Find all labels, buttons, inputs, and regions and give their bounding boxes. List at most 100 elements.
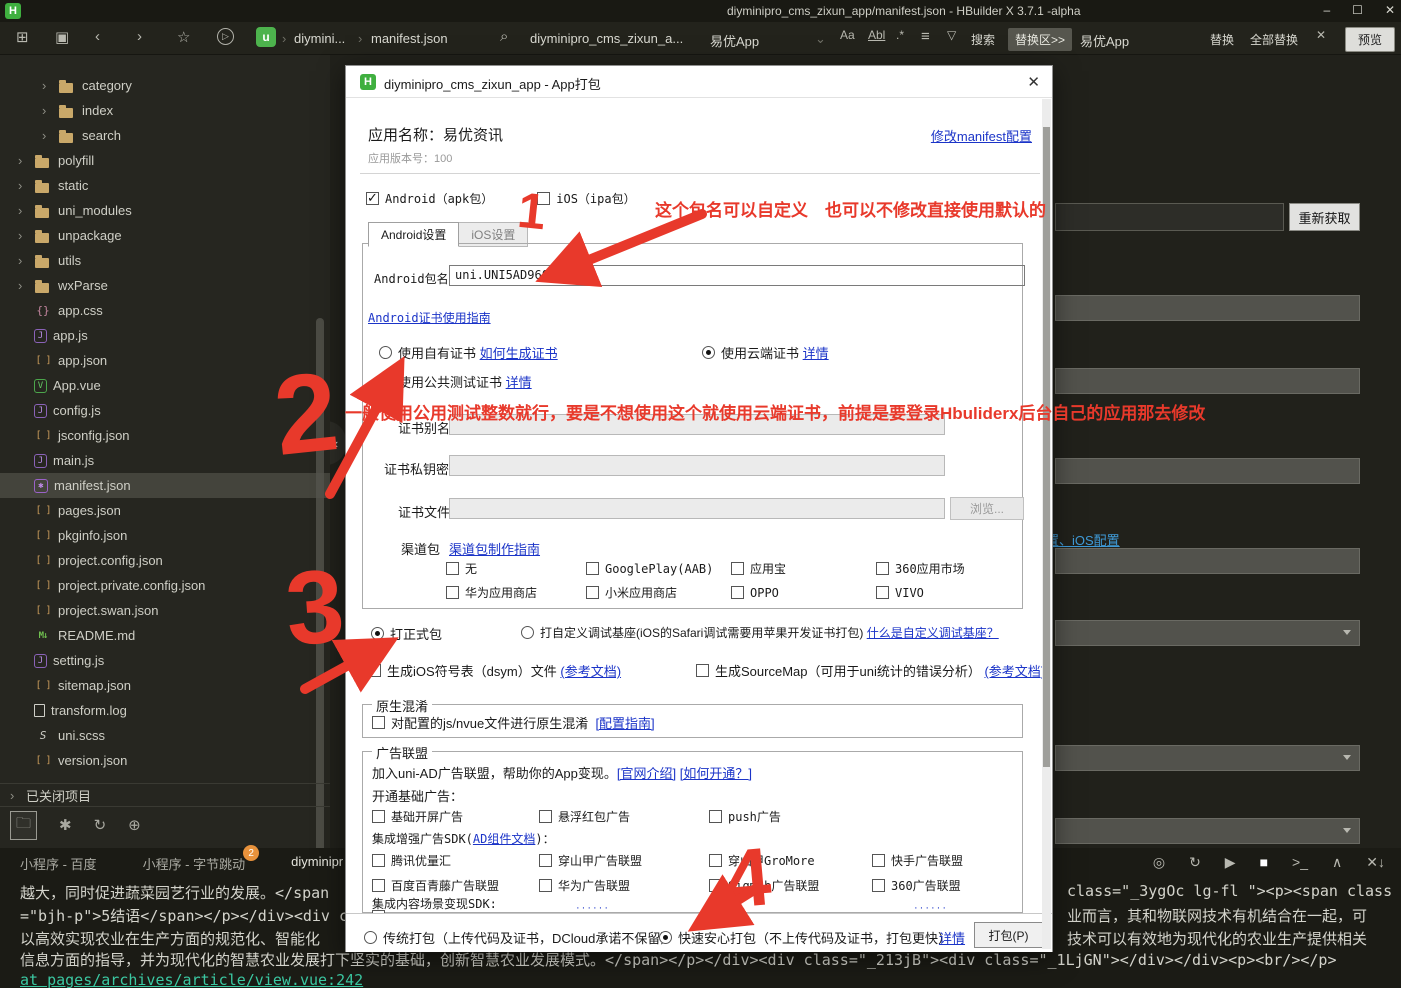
- tree-item[interactable]: › transform.log: [0, 698, 330, 723]
- run-icon[interactable]: ▶: [1225, 854, 1236, 871]
- traditional-pack-radio[interactable]: 传统打包（上传代码及证书，DCloud承诺不保留）: [364, 928, 673, 947]
- manifest-select[interactable]: [1055, 620, 1360, 646]
- tree-item[interactable]: › pages.json: [0, 498, 330, 523]
- obfuscate-checkbox[interactable]: 对配置的js/nvue文件进行原生混淆 [配置指南]: [372, 713, 655, 732]
- modify-manifest-link[interactable]: 修改manifest配置: [931, 126, 1032, 145]
- forward-icon[interactable]: ›: [137, 28, 142, 45]
- sourcemap-checkbox[interactable]: 生成SourceMap（可用于uni统计的错误分析） (参考文档): [696, 661, 1045, 680]
- cloud-cert-detail-link[interactable]: 详情: [803, 343, 829, 362]
- tree-item[interactable]: › utils: [0, 248, 330, 273]
- android-cert-guide-link[interactable]: Android证书使用指南: [368, 309, 491, 326]
- tree-item[interactable]: › index: [0, 98, 330, 123]
- close-button[interactable]: ✕: [1385, 3, 1395, 17]
- chevron-down-icon[interactable]: ⌄: [815, 31, 826, 47]
- public-cert-detail-link[interactable]: 详情: [506, 372, 532, 391]
- channel-guide-link[interactable]: 渠道包制作指南: [449, 539, 540, 558]
- ad-base-checkbox[interactable]: 悬浮红包广告: [539, 808, 709, 825]
- replace-query-value[interactable]: 易优App: [1080, 31, 1129, 50]
- menu-item[interactable]: [64, 0, 82, 22]
- menu-item[interactable]: [118, 0, 136, 22]
- chevron-right-icon[interactable]: ›: [18, 228, 34, 243]
- save-icon[interactable]: ▣: [55, 28, 69, 46]
- custom-base-link[interactable]: 什么是自定义调试基座？: [867, 624, 999, 641]
- tree-item[interactable]: › setting.js: [0, 648, 330, 673]
- minimize-button[interactable]: –: [1323, 3, 1330, 17]
- channel-checkbox[interactable]: 360应用市场: [876, 560, 1024, 577]
- tree-item[interactable]: › README.md: [0, 623, 330, 648]
- search-scope-value[interactable]: diyminipro_cms_zixun_a...: [530, 31, 683, 46]
- back-icon[interactable]: ‹: [95, 28, 100, 45]
- channel-checkbox[interactable]: 无: [446, 560, 586, 577]
- platform-checkbox[interactable]: Android（apk包）: [366, 190, 493, 207]
- tree-item[interactable]: › config.js: [0, 398, 330, 423]
- tree-item[interactable]: › sitemap.json: [0, 673, 330, 698]
- tab-android-settings[interactable]: Android设置: [368, 222, 459, 247]
- menu-item[interactable]: [172, 0, 190, 22]
- preview-button[interactable]: 预览: [1345, 27, 1395, 52]
- chevron-right-icon[interactable]: ›: [42, 78, 58, 93]
- sourcemap-doc-link[interactable]: (参考文档): [984, 661, 1045, 680]
- ad-base-checkbox[interactable]: push广告: [709, 808, 869, 825]
- debug-icon[interactable]: ◎: [1153, 854, 1165, 871]
- tree-item[interactable]: › polyfill: [0, 148, 330, 173]
- clear-console-icon[interactable]: ✕↓: [1366, 854, 1385, 871]
- manifest-field[interactable]: [1055, 295, 1360, 321]
- replace-all-button[interactable]: 全部替换: [1250, 31, 1298, 48]
- manifest-select[interactable]: [1055, 745, 1360, 771]
- replace-button[interactable]: 替换: [1210, 31, 1234, 48]
- uniapp-project-icon[interactable]: u: [256, 27, 276, 47]
- tree-item[interactable]: › app.json: [0, 348, 330, 373]
- release-pack-radio[interactable]: 打正式包: [371, 624, 442, 643]
- tree-item[interactable]: › category: [0, 73, 330, 98]
- appid-input[interactable]: [1055, 203, 1284, 231]
- find-in-files-icon[interactable]: ⌕: [500, 28, 508, 45]
- tree-item[interactable]: › jsconfig.json: [0, 423, 330, 448]
- pack-button[interactable]: 打包(P): [974, 922, 1043, 948]
- tree-item[interactable]: › app.js: [0, 323, 330, 348]
- chevron-right-icon[interactable]: ›: [18, 203, 34, 218]
- list-icon[interactable]: ≡: [921, 28, 930, 45]
- tree-item[interactable]: › uni.scss: [0, 723, 330, 748]
- refresh-icon[interactable]: ↻: [1189, 854, 1201, 871]
- ad-sdk-checkbox[interactable]: 华为广告联盟: [539, 877, 709, 894]
- maximize-button[interactable]: ☐: [1352, 3, 1363, 17]
- obfuscate-guide-link[interactable]: [配置指南]: [595, 713, 654, 732]
- cloud-cert-radio[interactable]: 使用云端证书 详情: [702, 343, 829, 362]
- dialog-close-icon[interactable]: ✕: [1027, 73, 1040, 91]
- menu-item[interactable]: [136, 0, 154, 22]
- breadcrumb-project[interactable]: diymini...: [294, 31, 345, 46]
- ad-sdk-checkbox[interactable]: Sigmob广告联盟: [709, 877, 872, 894]
- how-to-generate-cert-link[interactable]: 如何生成证书: [480, 343, 558, 362]
- tree-item[interactable]: › wxParse: [0, 273, 330, 298]
- tree-item[interactable]: › manifest.json: [0, 473, 330, 498]
- cert-alias-input[interactable]: [449, 414, 945, 435]
- search-query-value[interactable]: 易优App: [710, 31, 759, 50]
- ad-sdk-checkbox[interactable]: 穿山甲广告联盟: [539, 852, 709, 869]
- tree-item[interactable]: › static: [0, 173, 330, 198]
- menu-item[interactable]: [82, 0, 100, 22]
- chevron-right-icon[interactable]: ›: [42, 128, 58, 143]
- tree-item[interactable]: › app.css: [0, 298, 330, 323]
- ad-sdk-checkbox[interactable]: 穿山甲GroMore: [709, 852, 872, 869]
- dsym-doc-link[interactable]: (参考文档): [560, 661, 621, 680]
- console-tab[interactable]: 小程序 - 百度: [20, 854, 97, 873]
- ad-sdk-checkbox[interactable]: 360广告联盟: [872, 877, 1022, 894]
- tree-item[interactable]: › project.private.config.json: [0, 573, 330, 598]
- terminal-icon[interactable]: >_: [1292, 854, 1308, 871]
- console-source-link[interactable]: at pages/archives/article/view.vue:242: [20, 971, 363, 988]
- tree-item[interactable]: › App.vue: [0, 373, 330, 398]
- whole-word-icon[interactable]: Abl: [868, 28, 885, 42]
- own-cert-radio[interactable]: 使用自有证书 如何生成证书: [379, 343, 558, 362]
- channel-checkbox[interactable]: GooglePlay(AAB): [586, 560, 731, 577]
- source-control-icon[interactable]: ↻: [94, 816, 107, 834]
- tree-item[interactable]: › main.js: [0, 448, 330, 473]
- manifest-field[interactable]: [1055, 458, 1360, 484]
- dialog-scrollbar[interactable]: [1042, 99, 1051, 949]
- menu-item[interactable]: [46, 0, 64, 22]
- ad-sdk-checkbox[interactable]: 腾讯优量汇: [372, 852, 539, 869]
- fast-pack-radio[interactable]: 快速安心打包（不上传代码及证书，打包更快）: [659, 928, 951, 947]
- chevron-right-icon[interactable]: ›: [42, 103, 58, 118]
- ad-sdk-checkbox[interactable]: 快手广告联盟: [872, 852, 1022, 869]
- tree-item[interactable]: › search: [0, 123, 330, 148]
- tree-item[interactable]: › unpackage: [0, 223, 330, 248]
